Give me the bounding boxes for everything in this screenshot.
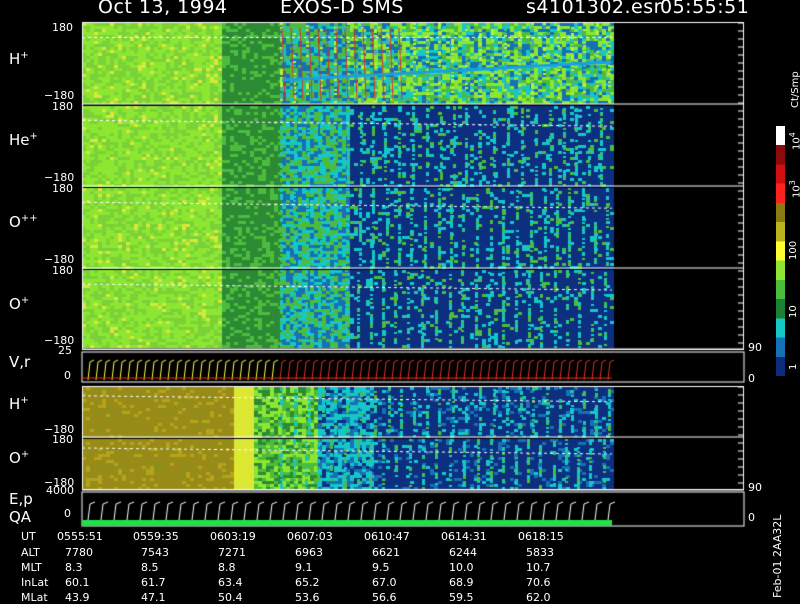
ephemeris-row-label: ALT <box>21 546 40 559</box>
title-file: s4101302.esr <box>526 0 662 18</box>
y-tick: 0 <box>64 369 71 382</box>
ephemeris-value: 10.0 <box>449 561 474 574</box>
panel-label-h-plus: H+ <box>9 50 29 68</box>
ephemeris-value: 10.7 <box>526 561 551 574</box>
y-tick: 180 <box>52 100 73 113</box>
colorbar-tick: 100 <box>788 240 799 260</box>
ephemeris-value: 53.6 <box>295 591 320 604</box>
ephemeris-value: 0610:47 <box>364 530 410 543</box>
right-axis-tick: 0 <box>748 511 755 524</box>
title-date: Oct 13, 1994 <box>98 0 228 18</box>
ephemeris-value: 0603:19 <box>210 530 256 543</box>
ephemeris-value: 7543 <box>141 546 169 559</box>
ephemeris-value: 56.6 <box>372 591 397 604</box>
colorbar-gradient <box>776 126 785 376</box>
ephemeris-value: 5833 <box>526 546 554 559</box>
ephemeris-value: 61.7 <box>141 576 166 589</box>
ephemeris-value: 0555:51 <box>57 530 103 543</box>
panel-label-vr: V,r <box>9 353 31 371</box>
ephemeris-value: 0559:35 <box>133 530 179 543</box>
ephemeris-value: 50.4 <box>218 591 243 604</box>
colorbar-tick: 10 <box>788 305 799 318</box>
panel-label-h-plus-2: H+ <box>9 395 29 413</box>
colorbar-tick: 103 <box>788 180 800 198</box>
panel-label-ep: E,p <box>9 490 33 508</box>
ephemeris-value: 0618:15 <box>518 530 564 543</box>
ephemeris-value: 9.1 <box>295 561 313 574</box>
ephemeris-value: 43.9 <box>65 591 90 604</box>
colorbar-unit: Ct/Smp <box>790 71 800 108</box>
ephemeris-value: 8.5 <box>141 561 159 574</box>
ephemeris-value: 6621 <box>372 546 400 559</box>
y-tick: 180 <box>52 21 73 34</box>
ephemeris-value: 70.6 <box>526 576 551 589</box>
y-tick: 180 <box>52 433 73 446</box>
ephemeris-row-label: MLat <box>21 591 48 604</box>
panel-label-qa: QA <box>9 508 32 526</box>
ephemeris-value: 65.2 <box>295 576 320 589</box>
right-axis-tick: 90 <box>748 341 762 354</box>
ephemeris-value: 62.0 <box>526 591 551 604</box>
y-tick: 4000 <box>46 484 74 497</box>
ephemeris-value: 0614:31 <box>441 530 487 543</box>
ephemeris-value: 9.5 <box>372 561 390 574</box>
ephemeris-value: 7271 <box>218 546 246 559</box>
title-time: 05:55:51 <box>660 0 750 18</box>
panel-label-o-plus: O+ <box>9 295 30 313</box>
ephemeris-value: 59.5 <box>449 591 474 604</box>
ephemeris-value: 0607:03 <box>287 530 333 543</box>
ephemeris-value: 63.4 <box>218 576 243 589</box>
ephemeris-row-label: InLat <box>21 576 49 589</box>
title-instrument: EXOS-D SMS <box>280 0 404 18</box>
panel-label-o-plusplus: O++ <box>9 213 38 231</box>
y-tick: 180 <box>52 182 73 195</box>
panel-label-o-plus-2: O+ <box>9 449 30 467</box>
ephemeris-value: 47.1 <box>141 591 166 604</box>
colorbar-tick: 104 <box>788 132 800 150</box>
y-tick: 180 <box>52 264 73 277</box>
ephemeris-value: 7780 <box>65 546 93 559</box>
stamp: Feb-01 2AA32L <box>771 514 784 598</box>
y-tick: 0 <box>64 507 71 520</box>
ephemeris-row-label: MLT <box>21 561 42 574</box>
ephemeris-value: 6963 <box>295 546 323 559</box>
ephemeris-value: 6244 <box>449 546 477 559</box>
ephemeris-value: 8.3 <box>65 561 83 574</box>
y-tick: 25 <box>58 344 72 357</box>
panel-label-he-plus: He+ <box>9 131 38 149</box>
ephemeris-value: 67.0 <box>372 576 397 589</box>
spectrogram-canvas <box>0 0 800 600</box>
colorbar <box>776 126 785 376</box>
ephemeris-value: 68.9 <box>449 576 474 589</box>
ephemeris-value: 8.8 <box>218 561 236 574</box>
ephemeris-value: 60.1 <box>65 576 90 589</box>
colorbar-tick: 1 <box>788 363 799 370</box>
right-axis-tick: 90 <box>748 481 762 494</box>
right-axis-tick: 0 <box>748 372 755 385</box>
ephemeris-row-label: UT <box>21 530 36 543</box>
